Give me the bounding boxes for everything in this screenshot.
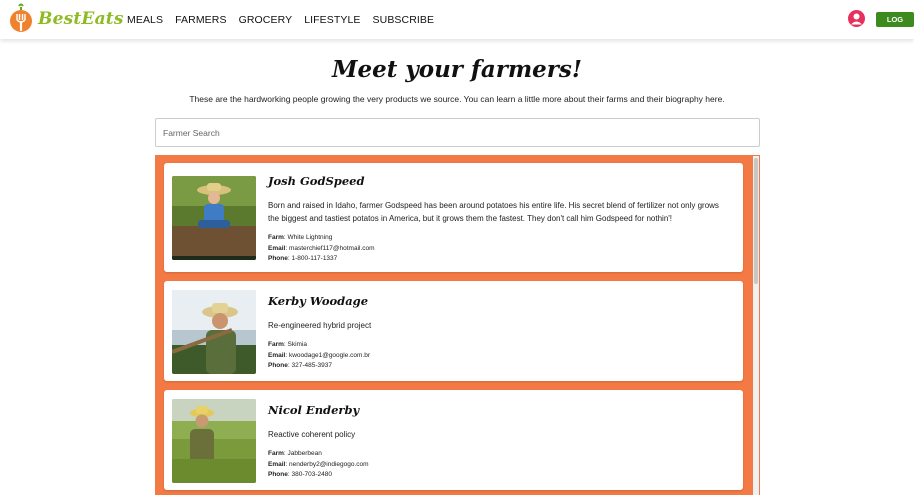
phone-label: Phone	[268, 471, 288, 478]
farmer-email: nenderby2@indiegogo.com	[288, 460, 369, 468]
farmer-details: Farm: Jabberbean Email: nenderby2@indieg…	[268, 450, 369, 478]
page-title: Meet your farmers!	[332, 56, 582, 83]
logout-button[interactable]: LOG OUT	[876, 12, 914, 39]
main-nav: MEALS FARMERS GROCERY LIFESTYLE SUBSCRIB…	[127, 14, 446, 26]
scrollbar-thumb[interactable]	[754, 158, 758, 284]
farmer-details: Farm: White Lightning Email: masterchief…	[268, 234, 375, 262]
farm-label: Farm	[268, 341, 284, 348]
farmer-card: Kerby Woodage Re-engineered hybrid proje…	[164, 281, 743, 381]
farmer-photo	[172, 290, 256, 374]
phone-label: Phone	[268, 255, 288, 262]
farmer-email: kwoodage1@google.com.br	[288, 351, 371, 359]
carrot-fork-logo-icon	[9, 3, 33, 34]
farmer-bio: Re-engineered hybrid project	[268, 321, 372, 330]
farmer-farm: Skimia	[287, 341, 308, 348]
farmer-search-input[interactable]	[155, 118, 760, 147]
top-navbar: BestEats MEALS FARMERS GROCERY LIFESTYLE…	[0, 0, 914, 39]
brand-name: BestEats	[38, 8, 124, 29]
farmer-name: Kerby Woodage	[268, 294, 369, 308]
farmer-bio: Reactive coherent policy	[268, 430, 356, 439]
email-label: Email	[268, 351, 286, 359]
farmer-list[interactable]: Josh GodSpeed Born and raised in Idaho, …	[155, 155, 760, 495]
farmer-card: Nicol Enderby Reactive coherent policy F…	[164, 390, 743, 490]
farmer-photo	[172, 399, 256, 483]
brand-logo[interactable]: BestEats	[9, 3, 124, 34]
farmer-phone: 380-703-2480	[291, 471, 332, 478]
farmer-list-scrollbar[interactable]	[753, 156, 759, 495]
farmer-card: Josh GodSpeed Born and raised in Idaho, …	[164, 163, 743, 272]
farmer-photo	[172, 176, 256, 260]
farm-label: Farm	[268, 450, 284, 457]
user-avatar-icon[interactable]	[848, 10, 865, 27]
email-label: Email	[268, 460, 286, 468]
farmer-name: Josh GodSpeed	[268, 174, 365, 188]
farmer-details: Farm: Skimia Email: kwoodage1@google.com…	[268, 341, 371, 369]
farmer-phone: 327-485-3937	[291, 362, 332, 369]
phone-label: Phone	[268, 362, 288, 369]
nav-item-grocery[interactable]: GROCERY	[239, 14, 293, 26]
farmer-phone: 1-800-117-1337	[291, 255, 338, 262]
nav-item-subscribe[interactable]: SUBSCRIBE	[373, 14, 435, 26]
farmer-farm: White Lightning	[287, 234, 333, 241]
nav-item-lifestyle[interactable]: LIFESTYLE	[304, 14, 360, 26]
farmer-bio: Born and raised in Idaho, farmer Godspee…	[268, 201, 719, 223]
email-label: Email	[268, 244, 286, 252]
nav-item-farmers[interactable]: FARMERS	[175, 14, 226, 26]
nav-item-meals[interactable]: MEALS	[127, 14, 163, 26]
farmer-name: Nicol Enderby	[268, 403, 360, 417]
farmer-farm: Jabberbean	[287, 450, 322, 457]
page-subtitle: These are the hardworking people growing…	[189, 94, 725, 104]
farm-label: Farm	[268, 234, 284, 241]
farmer-email: masterchief117@hotmail.com	[288, 244, 375, 252]
